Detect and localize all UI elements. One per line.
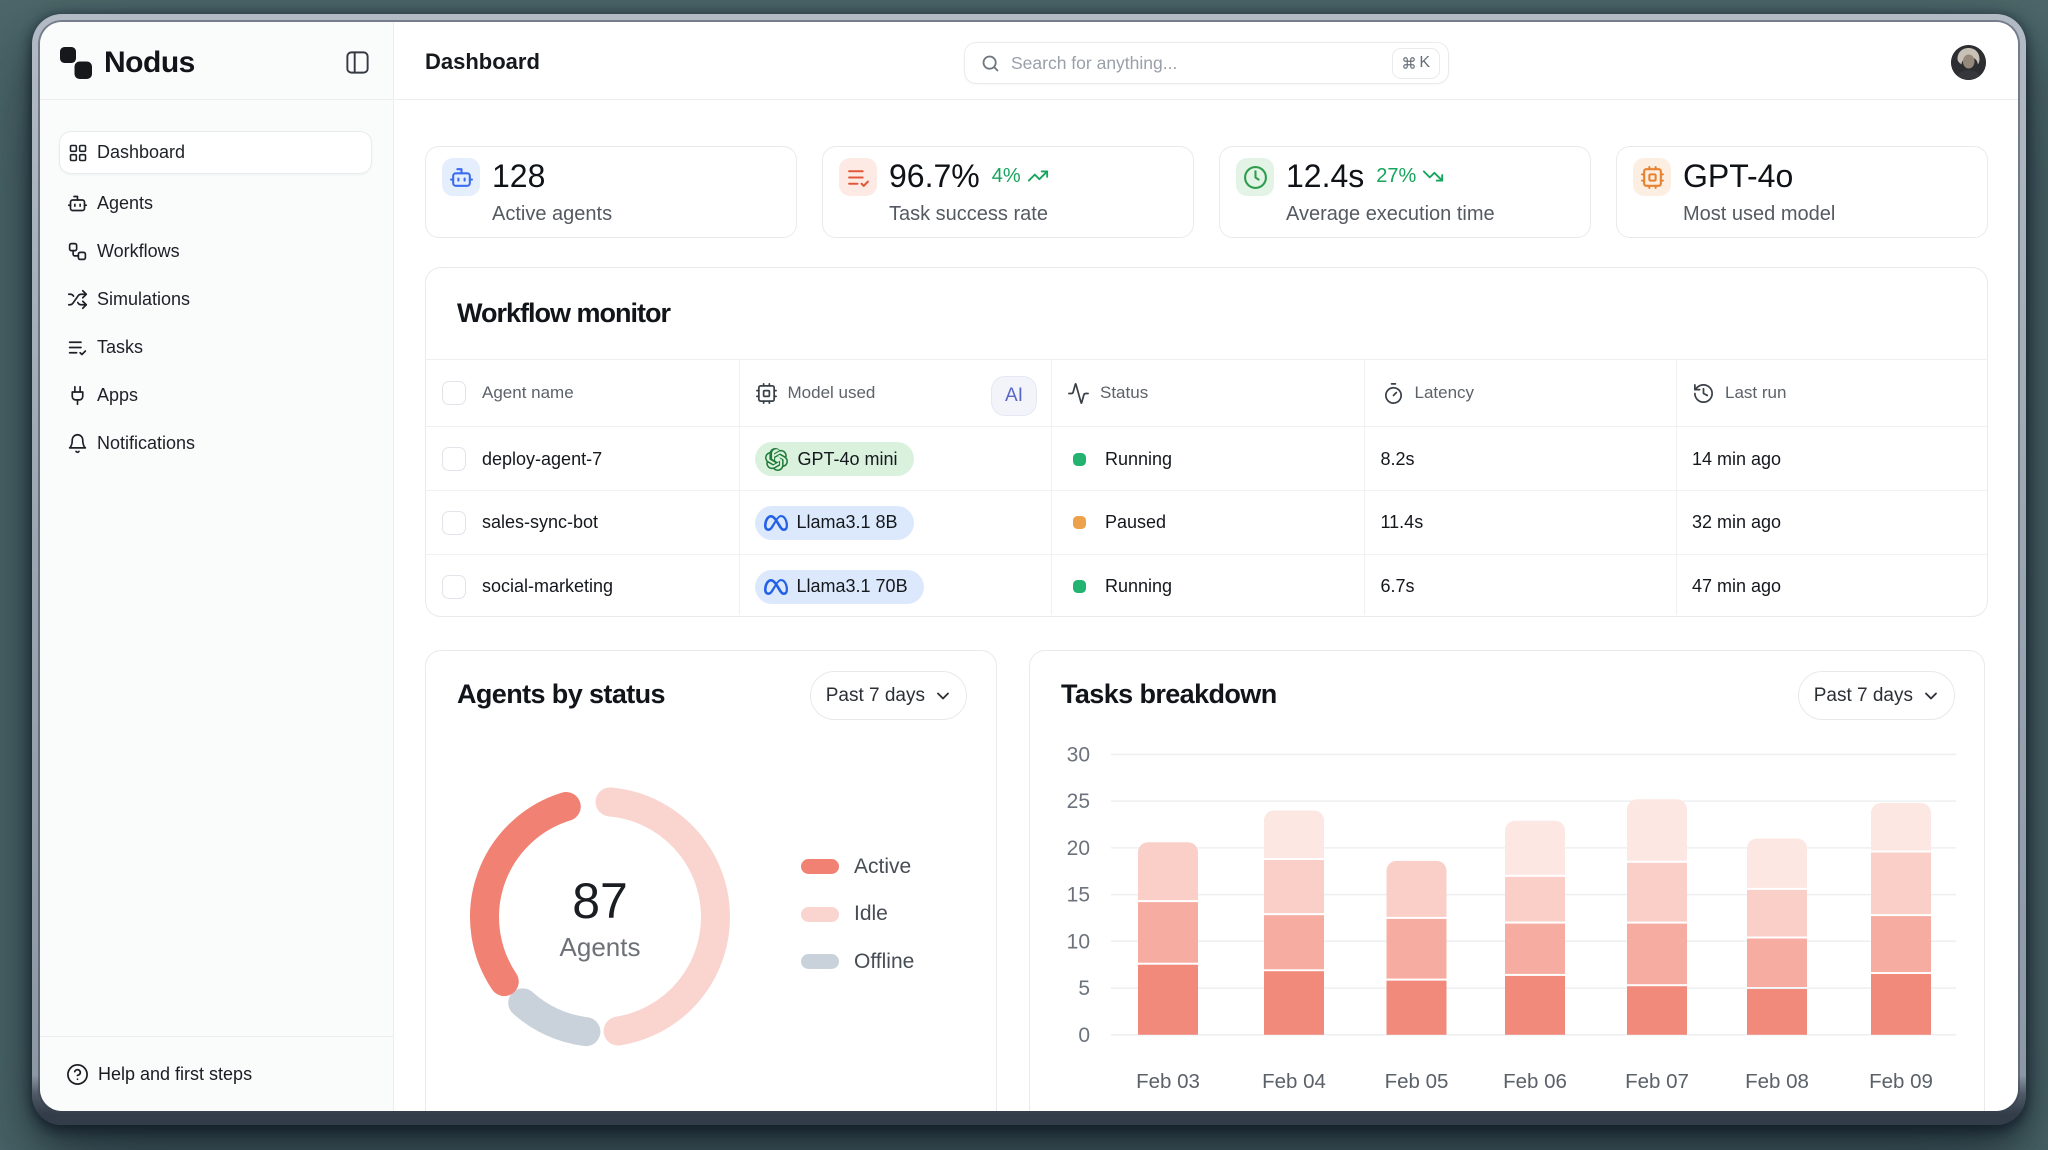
svg-text:Feb 04: Feb 04 <box>1262 1070 1326 1093</box>
svg-text:20: 20 <box>1067 837 1090 860</box>
svg-text:Feb 05: Feb 05 <box>1385 1070 1449 1093</box>
svg-text:Feb 03: Feb 03 <box>1136 1070 1200 1093</box>
svg-text:Feb 08: Feb 08 <box>1745 1070 1809 1093</box>
svg-text:Feb 09: Feb 09 <box>1869 1070 1933 1093</box>
svg-text:Feb 06: Feb 06 <box>1503 1070 1567 1093</box>
svg-text:15: 15 <box>1067 884 1090 907</box>
svg-text:5: 5 <box>1078 977 1090 1000</box>
svg-text:0: 0 <box>1078 1024 1090 1047</box>
svg-text:30: 30 <box>1067 743 1090 766</box>
svg-text:Feb 07: Feb 07 <box>1625 1070 1689 1093</box>
svg-text:10: 10 <box>1067 930 1090 953</box>
svg-text:25: 25 <box>1067 790 1090 813</box>
